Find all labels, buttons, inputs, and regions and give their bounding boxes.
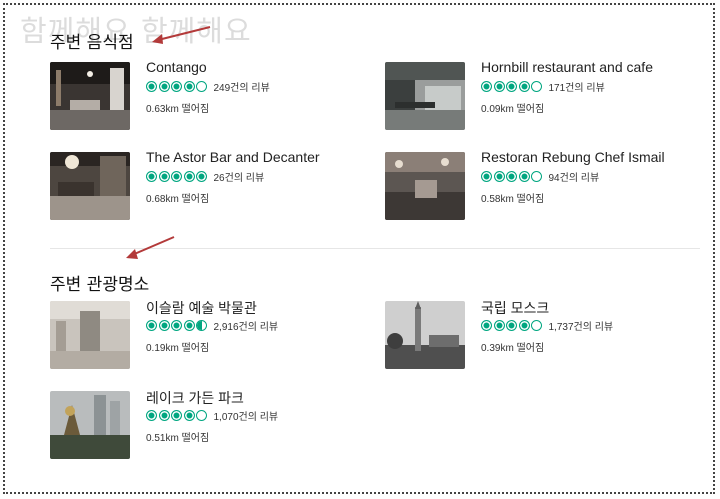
annotation-arrow-icon [152,26,211,44]
rating-bubble-icon [146,409,157,421]
rating-bubble-icon [481,80,492,92]
rating-bubble-icon [493,319,505,331]
restaurant-card-hornbill[interactable]: Hornbill restaurant and cafe 171건의 리뷰 0.… [385,59,685,134]
rating-bubble-icon [518,319,530,331]
rating-bubble-icon [158,409,170,421]
place-name[interactable]: Contango [146,59,207,75]
distance-text: 0.68km 떨어짐 [146,194,210,205]
rating-bubble-icon [171,170,182,182]
rating-bubble-icon [183,170,195,182]
rating-bubble-icon [481,170,492,182]
rating-bubbles: 94건의 리뷰 [481,169,600,184]
park-sculpture-photo[interactable] [50,391,130,459]
rating-bubble-icon [146,80,157,92]
distance-text: 0.09km 떨어짐 [481,104,545,115]
review-count[interactable]: 249건의 리뷰 [214,79,270,94]
restaurants-section-title: 주변 음식점 [50,33,134,53]
rating-bubble-icon [158,170,170,182]
rating-bubble-icon [506,319,517,331]
place-name[interactable]: Hornbill restaurant and cafe [481,59,653,75]
restaurant-interior-photo[interactable] [50,62,130,130]
rating-bubble-icon [518,80,530,92]
rating-bubble-icon [183,319,195,331]
attraction-card-lake-garden[interactable]: 레이크 가든 파크 1,070건의 리뷰 0.51km 떨어짐 [50,388,350,463]
distance-text: 0.58km 떨어짐 [481,194,545,205]
rating-bubble-icon [531,80,542,92]
rating-bubble-icon [196,409,207,421]
outdoor-cafe-photo[interactable] [385,62,465,130]
distance-text: 0.39km 떨어짐 [481,343,545,354]
distance-text: 0.19km 떨어짐 [146,343,210,354]
rating-bubble-icon [183,80,195,92]
rating-bubble-icon [158,319,170,331]
rating-bubble-icon [158,80,170,92]
rating-bubble-icon [506,170,517,182]
rating-bubble-icon [146,319,157,331]
rating-bubbles: 2,916건의 리뷰 [146,318,279,333]
rating-bubble-icon [196,319,207,331]
rating-bubble-icon [493,80,505,92]
rating-bubble-icon [171,409,182,421]
mosque-minaret-photo[interactable] [385,301,465,369]
distance-text: 0.63km 떨어짐 [146,104,210,115]
attraction-card-mosque[interactable]: 국립 모스크 1,737건의 리뷰 0.39km 떨어짐 [385,298,685,373]
rating-bubbles: 1,737건의 리뷰 [481,318,614,333]
review-count[interactable]: 2,916건의 리뷰 [214,318,279,333]
rating-bubble-icon [531,319,542,331]
rating-bubble-icon [146,170,157,182]
annotation-arrow-icon [126,236,175,259]
rating-bubbles: 1,070건의 리뷰 [146,408,279,423]
review-count[interactable]: 26건의 리뷰 [214,169,265,184]
dining-hall-photo[interactable] [385,152,465,220]
place-name[interactable]: 이슬람 예술 박물관 [146,298,257,318]
place-name[interactable]: 레이크 가든 파크 [146,388,244,408]
rating-bubble-icon [171,319,182,331]
rating-bubble-icon [506,80,517,92]
rating-bubble-icon [171,80,182,92]
rating-bubble-icon [183,409,195,421]
review-count[interactable]: 171건의 리뷰 [549,79,605,94]
rating-bubbles: 249건의 리뷰 [146,79,270,94]
rating-bubble-icon [196,80,207,92]
place-name[interactable]: Restoran Rebung Chef Ismail [481,149,665,165]
rating-bubble-icon [531,170,542,182]
review-count[interactable]: 1,070건의 리뷰 [214,408,279,423]
rating-bubbles: 26건의 리뷰 [146,169,265,184]
rating-bubble-icon [196,170,207,182]
rating-bubble-icon [493,170,505,182]
restaurant-card-contango[interactable]: Contango 249건의 리뷰 0.63km 떨어짐 [50,59,350,134]
review-count[interactable]: 94건의 리뷰 [549,169,600,184]
bar-interior-photo[interactable] [50,152,130,220]
distance-text: 0.51km 떨어짐 [146,433,210,444]
restaurant-card-astor[interactable]: The Astor Bar and Decanter 26건의 리뷰 0.68k… [50,149,350,224]
review-count[interactable]: 1,737건의 리뷰 [549,318,614,333]
rating-bubble-icon [518,170,530,182]
rating-bubble-icon [481,319,492,331]
attraction-card-museum[interactable]: 이슬람 예술 박물관 2,916건의 리뷰 0.19km 떨어짐 [50,298,350,373]
place-name[interactable]: 국립 모스크 [481,298,549,318]
place-name[interactable]: The Astor Bar and Decanter [146,149,320,165]
restaurant-card-rebung[interactable]: Restoran Rebung Chef Ismail 94건의 리뷰 0.58… [385,149,685,224]
attractions-section-title: 주변 관광명소 [50,275,150,295]
rating-bubbles: 171건의 리뷰 [481,79,605,94]
museum-exhibit-photo[interactable] [50,301,130,369]
